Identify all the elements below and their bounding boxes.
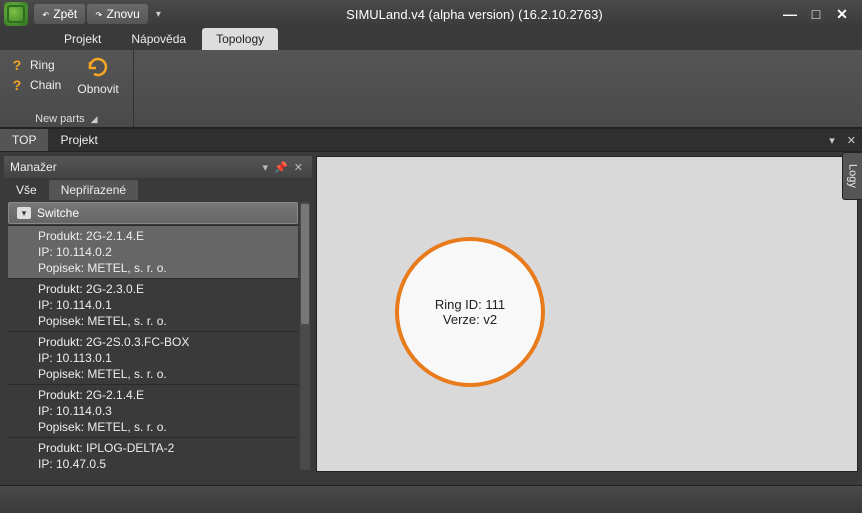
ring-label: Ring	[30, 58, 55, 72]
switch-popisek: Popisek: METEL, s. r. o.	[38, 419, 298, 435]
tree-scrollbar[interactable]	[300, 202, 310, 470]
manager-tabs: Vše Nepřiřazené	[4, 178, 312, 200]
redo-arrow-icon: ↷	[95, 7, 102, 21]
switch-produkt: Produkt: 2G-2.1.4.E	[38, 228, 298, 244]
manager-header: Manažer ▾ 📌 ✕	[4, 156, 312, 178]
main-area: Manažer ▾ 📌 ✕ Vše Nepřiřazené ▾ Switche …	[0, 152, 862, 476]
ring-node[interactable]: Ring ID: 111 Verze: v2	[395, 237, 545, 387]
switch-ip: IP: 10.47.0.5	[38, 456, 298, 472]
refresh-button[interactable]: Obnovit	[71, 54, 124, 98]
panel-pin-icon[interactable]: 📌	[271, 161, 291, 174]
logy-side-tab[interactable]: Logy	[842, 152, 862, 200]
question-icon: ?	[10, 77, 24, 93]
tab-napoveda[interactable]: Nápověda	[117, 28, 200, 50]
switch-item[interactable]: Produkt: 2G-2S.0.3.FC-BOX IP: 10.113.0.1…	[8, 331, 298, 384]
ring-id-label: Ring ID: 111	[435, 297, 505, 312]
chain-label: Chain	[30, 78, 61, 92]
switch-produkt: Produkt: 2G-2.3.0.E	[38, 281, 298, 297]
ribbon: ? Ring ? Chain Obnovit New parts ◢	[0, 50, 862, 128]
question-icon: ?	[10, 57, 24, 73]
tree-group-label: Switche	[37, 206, 79, 220]
dialog-launcher-icon[interactable]: ◢	[91, 114, 98, 125]
switch-popisek: Popisek: METEL, s. r. o.	[38, 313, 298, 329]
window-controls: — □ ✕	[782, 6, 858, 23]
doc-tab-top[interactable]: TOP	[0, 129, 48, 151]
redo-button[interactable]: ↷ Znovu	[87, 4, 148, 24]
switch-ip: IP: 10.114.0.3	[38, 403, 298, 419]
manager-title: Manažer	[10, 160, 57, 174]
doc-tab-projekt[interactable]: Projekt	[48, 129, 109, 151]
close-button[interactable]: ✕	[834, 6, 850, 23]
manager-body: ▾ Switche Produkt: 2G-2.1.4.E IP: 10.114…	[4, 200, 312, 472]
switch-item[interactable]: Produkt: 2G-2.3.0.E IP: 10.114.0.1 Popis…	[8, 278, 298, 331]
refresh-label: Obnovit	[77, 82, 118, 96]
switch-produkt: Produkt: 2G-2.1.4.E	[38, 387, 298, 403]
undo-label: Zpět	[53, 7, 77, 21]
switch-item[interactable]: Produkt: 2G-2.1.4.E IP: 10.114.0.3 Popis…	[8, 384, 298, 437]
tree: ▾ Switche Produkt: 2G-2.1.4.E IP: 10.114…	[8, 202, 298, 472]
ribbon-group-new-parts: ? Ring ? Chain Obnovit New parts ◢	[0, 50, 134, 127]
switch-popisek: Popisek: METEL, s. r. o.	[38, 260, 298, 276]
app-icon	[4, 2, 28, 26]
status-bar	[0, 485, 862, 513]
doc-tab-close[interactable]: ✕	[841, 134, 862, 147]
switch-ip: IP: 10.114.0.2	[38, 244, 298, 260]
switch-produkt: Produkt: IPLOG-DELTA-2	[38, 440, 298, 456]
scrollbar-thumb[interactable]	[301, 204, 309, 324]
redo-label: Znovu	[106, 7, 139, 21]
tab-projekt[interactable]: Projekt	[50, 28, 115, 50]
manager-tab-all[interactable]: Vše	[4, 180, 49, 200]
switch-ip: IP: 10.113.0.1	[38, 350, 298, 366]
switch-ip: IP: 10.114.0.1	[38, 297, 298, 313]
undo-button[interactable]: ↶ Zpět	[34, 4, 85, 24]
panel-close-icon[interactable]: ✕	[291, 161, 306, 174]
tab-topology[interactable]: Topology	[202, 28, 278, 50]
switch-item[interactable]: Produkt: IPLOG-DELTA-2 IP: 10.47.0.5	[8, 437, 298, 472]
switch-popisek: Popisek: METEL, s. r. o.	[38, 366, 298, 382]
tree-group-switche[interactable]: ▾ Switche	[8, 202, 298, 224]
panel-menu-icon[interactable]: ▾	[260, 161, 272, 174]
switch-produkt: Produkt: 2G-2S.0.3.FC-BOX	[38, 334, 298, 350]
switch-item[interactable]: Produkt: 2G-2.1.4.E IP: 10.114.0.2 Popis…	[8, 225, 298, 278]
group-label: New parts	[35, 113, 85, 125]
ring-version-label: Verze: v2	[443, 312, 497, 327]
quick-access-toolbar: ↶ Zpět ↷ Znovu ▾	[34, 4, 167, 24]
window-title: SIMULand.v4 (alpha version) (16.2.10.276…	[167, 7, 782, 22]
title-bar: ↶ Zpět ↷ Znovu ▾ SIMULand.v4 (alpha vers…	[0, 0, 862, 28]
minimize-button[interactable]: —	[782, 6, 798, 23]
chevron-down-icon: ▾	[17, 207, 31, 219]
ribbon-tabs: Projekt Nápověda Topology	[0, 28, 862, 50]
topology-canvas[interactable]: Ring ID: 111 Verze: v2	[316, 156, 858, 472]
maximize-button[interactable]: □	[808, 6, 824, 23]
manager-tab-unassigned[interactable]: Nepřiřazené	[49, 180, 138, 200]
ring-button[interactable]: ? Ring	[8, 56, 63, 74]
undo-arrow-icon: ↶	[42, 7, 49, 21]
refresh-icon	[85, 56, 111, 80]
chain-button[interactable]: ? Chain	[8, 76, 63, 94]
qat-dropdown[interactable]: ▾	[150, 9, 167, 20]
document-tab-strip: TOP Projekt ▾ ✕	[0, 128, 862, 152]
manager-panel: Manažer ▾ 📌 ✕ Vše Nepřiřazené ▾ Switche …	[4, 156, 312, 472]
doc-tab-menu[interactable]: ▾	[823, 134, 841, 147]
